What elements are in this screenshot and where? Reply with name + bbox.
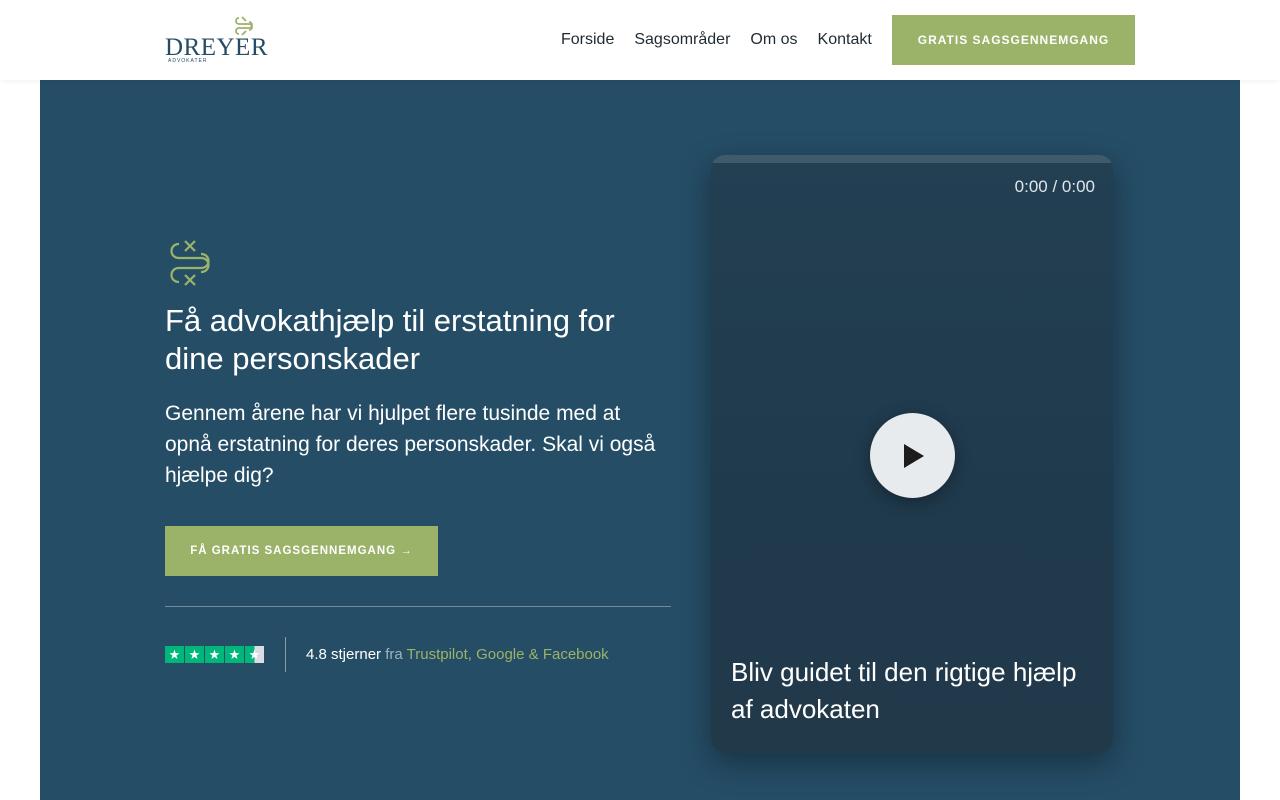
site-header: DREYER ADVOKATER Forside Sagsområder Om …	[0, 0, 1280, 80]
nav-item-forside[interactable]: Forside	[561, 31, 614, 49]
video-progress-bar[interactable]	[711, 155, 1113, 163]
header-cta-button[interactable]: GRATIS SAGSGENNEMGANG	[892, 15, 1135, 65]
nav-item-sagsomrader[interactable]: Sagsområder	[634, 31, 730, 49]
video-player[interactable]: 0:00 / 0:00 Bliv guidet til den rigtige …	[711, 155, 1113, 753]
hero-title: Få advokathjælp til erstatning for dine …	[165, 303, 615, 376]
divider	[165, 606, 671, 607]
video-caption: Bliv guidet til den rigtige hjælp af adv…	[731, 657, 1077, 724]
rating-value: 4.8 stjerner	[306, 646, 382, 663]
play-button[interactable]	[870, 413, 955, 498]
rating-sources-link[interactable]: Trustpilot, Google & Facebook	[407, 646, 609, 663]
nav-item-om-os[interactable]: Om os	[750, 31, 797, 49]
brand-knot-icon	[170, 240, 210, 286]
half-star-icon: ★	[245, 646, 264, 663]
star-icon: ★	[185, 646, 204, 663]
rating-text: 4.8 stjerner fra Trustpilot, Google & Fa…	[306, 646, 609, 663]
main-nav: Forside Sagsområder Om os Kontakt	[561, 31, 872, 49]
hero-description: Gennem årene har vi hjulpet flere tusind…	[165, 402, 656, 487]
logo[interactable]: DREYER ADVOKATER	[165, 15, 268, 65]
star-icon: ★	[165, 646, 184, 663]
rating-stars: ★ ★ ★ ★ ★	[165, 646, 264, 663]
rating-divider	[285, 637, 286, 672]
rating-from: fra	[385, 646, 403, 663]
star-icon: ★	[225, 646, 244, 663]
video-time: 0:00 / 0:00	[1014, 177, 1095, 196]
logo-subtitle: ADVOKATER	[168, 58, 208, 64]
star-icon: ★	[205, 646, 224, 663]
play-icon	[903, 443, 924, 468]
free-review-button[interactable]: FÅ GRATIS SAGSGENNEMGANG →	[165, 526, 438, 576]
nav-item-kontakt[interactable]: Kontakt	[818, 31, 872, 49]
hero-section: Få advokathjælp til erstatning for dine …	[40, 80, 1240, 800]
